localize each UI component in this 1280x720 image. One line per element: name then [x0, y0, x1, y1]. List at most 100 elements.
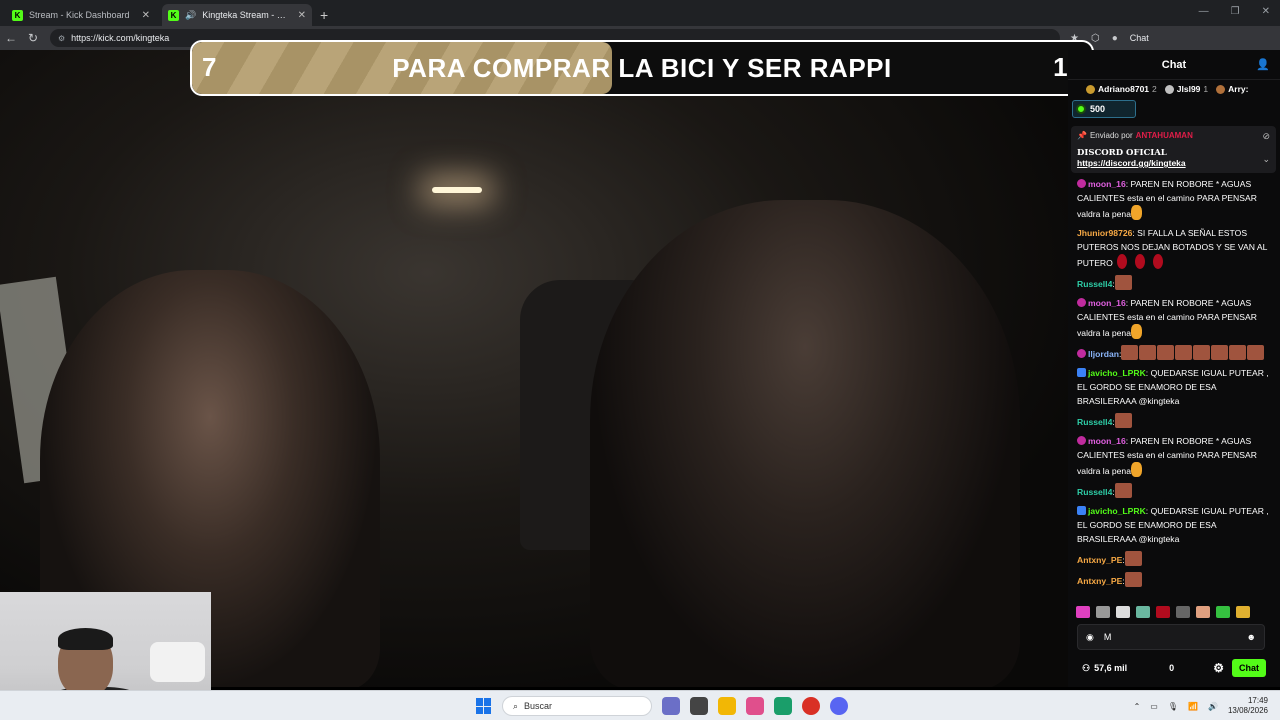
chat-header: Chat 👤: [1068, 50, 1280, 80]
send-chat-button[interactable]: Chat: [1232, 659, 1266, 677]
gold-medal-icon: [1086, 84, 1095, 94]
kick-favicon-icon: K: [168, 9, 179, 21]
pinned-sender[interactable]: ANTAHUAMAN: [1136, 131, 1193, 140]
emote-icon: [1121, 345, 1139, 360]
wifi-icon[interactable]: 📶: [1188, 702, 1198, 711]
chat-username[interactable]: Russell4: [1077, 279, 1112, 289]
emote-icon: [1131, 324, 1142, 339]
system-tray: ⌃ ▭ 🎙 📶 🔊 17:49 13/08/2026: [1134, 696, 1268, 716]
leaderboard-entry[interactable]: Jlsl99 1: [1164, 84, 1208, 94]
emote-quick-bar: [1076, 606, 1250, 618]
search-icon: ⌕: [513, 700, 519, 711]
subscriber-badge-icon: [1077, 349, 1086, 358]
chat-settings-gear-icon[interactable]: ⚙: [1213, 661, 1224, 675]
leaderboard-name: Jlsl99: [1176, 84, 1201, 94]
silver-medal-icon: [1164, 84, 1174, 94]
url-text: https://kick.com/kingteka: [71, 33, 170, 43]
chat-username[interactable]: Russell4: [1077, 417, 1112, 427]
tab-dashboard[interactable]: K Stream - Kick Dashboard ✕: [6, 4, 156, 26]
microphone-icon[interactable]: 🎙: [1168, 702, 1178, 711]
chat-username[interactable]: Antxny_PE: [1077, 555, 1122, 565]
edge-browser-icon[interactable]: [774, 697, 792, 715]
toolbar-chat-button[interactable]: Chat: [1130, 33, 1149, 43]
leaderboard-entry[interactable]: Adriano8701 2: [1086, 84, 1157, 94]
emoji-picker-icon[interactable]: ☻: [1247, 632, 1256, 642]
network-icon[interactable]: ▭: [1150, 702, 1158, 711]
viewer-count: ⚇ 57,6 mil: [1082, 663, 1127, 674]
close-window-icon[interactable]: ✕: [1262, 6, 1270, 17]
discord-icon[interactable]: [830, 697, 848, 715]
channel-points[interactable]: 500: [1072, 100, 1136, 118]
unpin-icon[interactable]: ⊘: [1262, 131, 1270, 142]
chat-message: Antxny_PE:: [1077, 572, 1274, 588]
chevron-down-icon[interactable]: ⌄: [1262, 154, 1270, 165]
emote-icon: [1229, 345, 1247, 360]
emote-icon[interactable]: [1076, 606, 1090, 618]
tab-title: Stream - Kick Dashboard: [29, 10, 130, 20]
chrome-browser-icon[interactable]: [802, 697, 820, 715]
volume-icon[interactable]: 🔊: [1208, 702, 1218, 711]
reload-icon[interactable]: ↻: [22, 31, 44, 45]
emote-icon[interactable]: [1196, 606, 1210, 618]
clock[interactable]: 17:49 13/08/2026: [1228, 696, 1268, 716]
chat-username[interactable]: moon_16: [1088, 298, 1126, 308]
chat-username[interactable]: moon_16: [1088, 179, 1126, 189]
chat-input[interactable]: ◉ M ☻: [1077, 624, 1265, 650]
extensions-icon[interactable]: ⬡: [1091, 33, 1100, 44]
back-icon[interactable]: ←: [0, 31, 22, 45]
new-tab-button[interactable]: +: [320, 7, 328, 23]
chat-username[interactable]: javicho_LPRK: [1088, 368, 1146, 378]
emote-icon[interactable]: [1096, 606, 1110, 618]
emote-icon: [1247, 345, 1265, 360]
video-scene-person-right: [590, 200, 1020, 687]
emote-icon[interactable]: [1136, 606, 1150, 618]
chat-message: moon_16: PAREN EN ROBORE * AGUAS CALIENT…: [1077, 296, 1274, 340]
emote-icon[interactable]: [1156, 606, 1170, 618]
minimize-icon[interactable]: —: [1199, 6, 1209, 17]
subscriber-badge-icon: [1077, 298, 1086, 307]
emote-icon: [1131, 205, 1142, 220]
pinned-link[interactable]: https://discord.gg/kingteka: [1077, 158, 1270, 168]
profile-avatar-icon[interactable]: ●: [1112, 33, 1118, 44]
task-view-icon[interactable]: [690, 697, 708, 715]
chat-username[interactable]: Antxny_PE: [1077, 576, 1122, 586]
emote-icon: [1114, 275, 1132, 290]
tray-overflow-icon[interactable]: ⌃: [1134, 702, 1141, 711]
maximize-icon[interactable]: ❐: [1231, 6, 1240, 17]
taskbar-search[interactable]: ⌕ Buscar: [502, 696, 652, 716]
search-placeholder: Buscar: [524, 701, 553, 711]
emote-icon[interactable]: [1116, 606, 1130, 618]
chat-username[interactable]: moon_16: [1088, 436, 1126, 446]
bronze-medal-icon: [1216, 84, 1226, 94]
tab-kingteka-stream[interactable]: K 🔊 Kingteka Stream - Watch Live ✕: [162, 4, 312, 26]
copilot-icon[interactable]: [746, 697, 764, 715]
chat-badge-icon[interactable]: ◉: [1086, 632, 1094, 643]
close-tab-icon[interactable]: ✕: [142, 10, 150, 21]
emote-icon: [1114, 413, 1132, 428]
emote-icon: [1134, 254, 1145, 269]
emote-icon[interactable]: [1216, 606, 1230, 618]
site-info-icon[interactable]: ⚙: [58, 34, 65, 43]
emote-icon[interactable]: [1236, 606, 1250, 618]
leaderboard-entry[interactable]: Arry:: [1216, 84, 1248, 94]
chat-message: Antxny_PE:: [1077, 551, 1274, 567]
taskbar-app-icon[interactable]: [662, 697, 680, 715]
clock-time: 17:49: [1247, 696, 1268, 705]
speaker-icon[interactable]: 🔊: [185, 10, 196, 21]
chat-username[interactable]: lljordan: [1088, 349, 1119, 359]
leaderboard-name: Arry:: [1228, 84, 1249, 94]
video-scene-ceiling-light: [432, 187, 482, 193]
file-explorer-icon[interactable]: [718, 697, 736, 715]
chat-username[interactable]: Russell4: [1077, 487, 1112, 497]
chat-message: javicho_LPRK: QUEDARSE IGUAL PUTEAR , EL…: [1077, 504, 1274, 546]
emote-icon[interactable]: [1176, 606, 1190, 618]
chat-users-icon[interactable]: 👤: [1256, 58, 1270, 71]
emote-icon: [1124, 551, 1142, 566]
close-tab-icon[interactable]: ✕: [298, 10, 306, 21]
chat-username[interactable]: Jhunior98726: [1077, 228, 1132, 238]
windows-start-icon[interactable]: [476, 698, 492, 714]
chat-message: Jhunior98726: SI FALLA LA SEÑAL ESTOS PU…: [1077, 226, 1274, 270]
chat-username[interactable]: javicho_LPRK: [1088, 506, 1146, 516]
subscriber-badge-icon: [1077, 368, 1086, 377]
points-coin-icon: [1076, 104, 1086, 114]
